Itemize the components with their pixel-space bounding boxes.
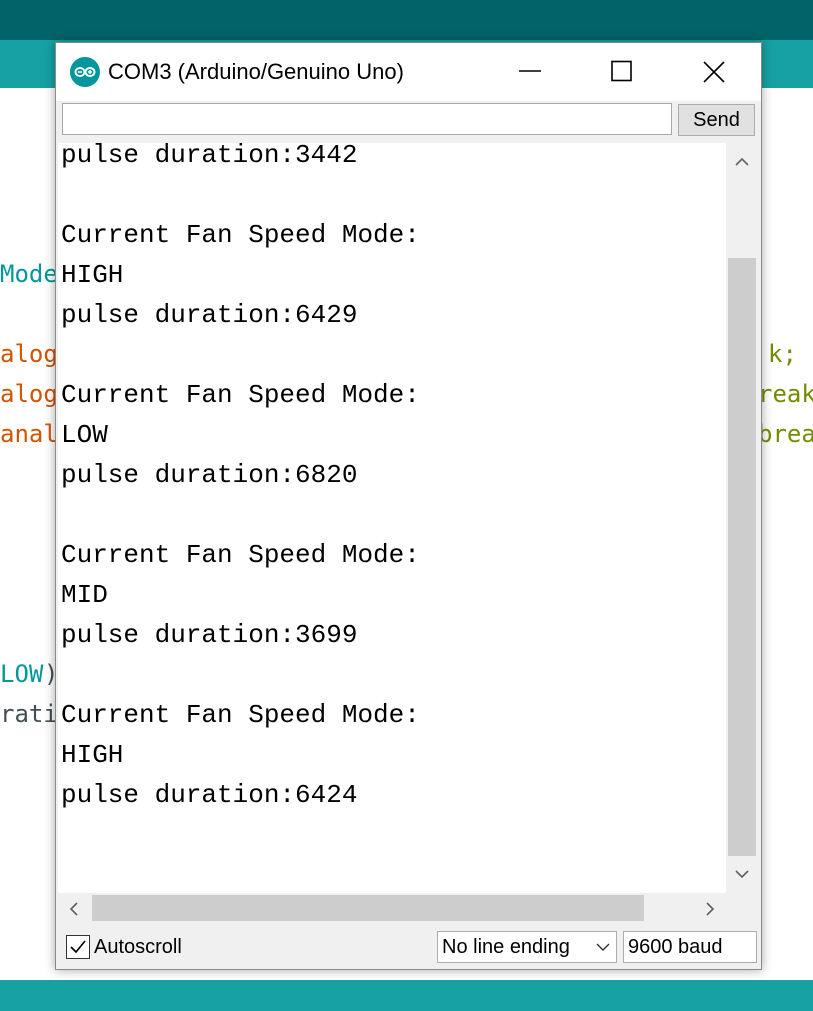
horizontal-scroll-thumb[interactable] <box>92 895 644 921</box>
output-line: MID <box>61 580 108 610</box>
scroll-down-button[interactable] <box>726 855 758 893</box>
output-line <box>61 175 420 215</box>
vertical-scroll-thumb[interactable] <box>728 258 756 856</box>
chevron-up-icon <box>735 157 749 166</box>
line-ending-value: No line ending <box>442 936 570 958</box>
arduino-logo-icon <box>70 57 100 87</box>
maximize-icon <box>611 60 632 82</box>
baud-rate-value: 9600 baud <box>628 936 723 958</box>
autoscroll-toggle[interactable]: Autoscroll <box>66 933 182 961</box>
autoscroll-label: Autoscroll <box>94 935 182 958</box>
close-icon <box>703 61 725 83</box>
status-bar: Autoscroll No line ending 9600 baud <box>56 927 761 969</box>
code-fragment: reak <box>758 380 813 408</box>
minimize-icon <box>519 70 541 72</box>
output-line: pulse duration:6820 <box>61 460 358 490</box>
code-fragment: LOW <box>0 660 44 688</box>
code-fragment: rati <box>0 700 58 728</box>
output-line: Current Fan Speed Mode: <box>61 220 420 250</box>
scroll-right-button[interactable] <box>694 893 726 923</box>
checkmark-icon <box>70 940 86 954</box>
output-line: Current Fan Speed Mode: <box>61 380 420 410</box>
output-line: LOW <box>61 420 108 450</box>
autoscroll-checkbox[interactable] <box>66 935 90 959</box>
scrollbar-corner <box>726 893 758 923</box>
serial-monitor-window: COM3 (Arduino/Genuino Uno) Send pulse du… <box>55 42 762 970</box>
chevron-down-icon <box>596 943 610 951</box>
scroll-up-button[interactable] <box>726 143 758 181</box>
output-line <box>61 495 420 535</box>
close-button[interactable] <box>668 43 760 101</box>
output-line: HIGH <box>61 740 124 770</box>
code-fragment: alog <box>0 380 58 408</box>
chevron-right-icon <box>706 902 715 916</box>
output-line <box>61 335 420 375</box>
code-fragment: brea <box>758 420 813 448</box>
code-fragment: k; <box>768 340 797 368</box>
ide-header <box>0 0 813 40</box>
output-line: HIGH <box>61 260 124 290</box>
output-line: pulse duration:3699 <box>61 620 358 650</box>
window-title: COM3 (Arduino/Genuino Uno) <box>108 59 404 84</box>
scroll-left-button[interactable] <box>58 893 90 923</box>
code-fragment: anal <box>0 420 58 448</box>
output-line: Current Fan Speed Mode: <box>61 700 420 730</box>
code-fragment: alog <box>0 340 58 368</box>
output-line <box>61 655 420 695</box>
output-line: pulse duration:6429 <box>61 300 358 330</box>
title-bar[interactable]: COM3 (Arduino/Genuino Uno) <box>56 43 761 101</box>
output-line: Current Fan Speed Mode: <box>61 540 420 570</box>
ide-status-bar <box>0 980 813 1011</box>
serial-output[interactable]: pulse duration:3442 Current Fan Speed Mod… <box>58 143 726 893</box>
send-button[interactable]: Send <box>678 104 755 136</box>
chevron-left-icon <box>69 902 78 916</box>
baud-rate-select[interactable]: 9600 baud <box>623 931 757 963</box>
vertical-scrollbar[interactable] <box>726 143 758 893</box>
maximize-button[interactable] <box>576 43 668 101</box>
output-lines: pulse duration:3442 Current Fan Speed Mod… <box>61 143 420 815</box>
minimize-button[interactable] <box>484 43 576 101</box>
serial-input[interactable] <box>62 103 672 135</box>
output-line: pulse duration:3442 <box>61 143 358 170</box>
horizontal-scrollbar[interactable] <box>58 893 726 923</box>
output-line: pulse duration:6424 <box>61 780 358 810</box>
chevron-down-icon <box>735 870 749 879</box>
line-ending-select[interactable]: No line ending <box>437 931 617 963</box>
code-fragment: Mode <box>0 260 58 288</box>
